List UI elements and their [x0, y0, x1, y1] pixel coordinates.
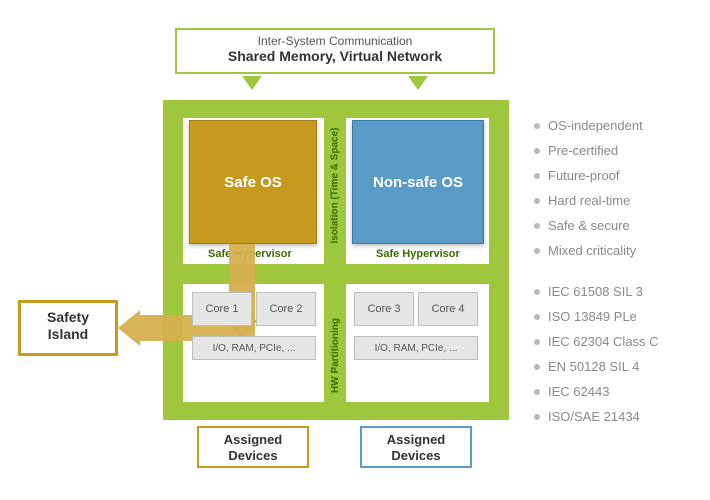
nonsafe-os-box: Non-safe OS — [352, 120, 484, 244]
feature-item: Future-proof — [534, 168, 704, 183]
banner-inter-system: Inter-System Communication Shared Memory… — [175, 28, 495, 74]
standard-item: ISO/SAE 21434 — [534, 409, 704, 424]
frame-bottom — [163, 402, 509, 420]
feature-list: OS-independent Pre-certified Future-proo… — [534, 118, 704, 434]
standard-item: IEC 61508 SIL 3 — [534, 284, 704, 299]
standard-item: IEC 62443 — [534, 384, 704, 399]
core-3: Core 3 — [354, 292, 414, 326]
frame-left — [163, 100, 183, 420]
feature-item: OS-independent — [534, 118, 704, 133]
feature-item: Safe & secure — [534, 218, 704, 233]
standard-item: ISO 13849 PLe — [534, 309, 704, 324]
core-4: Core 4 — [418, 292, 478, 326]
assigned-devices-left: Assigned Devices — [197, 426, 309, 468]
io-right: I/O, RAM, PCIe, ... — [354, 336, 478, 360]
banner-arrow-left-icon — [242, 76, 262, 90]
hypervisor-right-label: Safe Hypervisor — [376, 248, 460, 260]
feature-item: Pre-certified — [534, 143, 704, 158]
assigned-left-l1: Assigned — [199, 432, 307, 448]
diagram-stage: Inter-System Communication Shared Memory… — [0, 0, 710, 500]
feature-item: Mixed criticality — [534, 243, 704, 258]
assigned-right-l2: Devices — [362, 448, 470, 464]
nonsafe-os-label: Non-safe OS — [373, 174, 463, 191]
safety-island-box: Safety Island — [18, 300, 118, 356]
safe-os-label: Safe OS — [224, 174, 282, 191]
island-l1: Safety — [21, 309, 115, 326]
banner-title: Shared Memory, Virtual Network — [177, 48, 493, 64]
assigned-left-l2: Devices — [199, 448, 307, 464]
feature-item: Hard real-time — [534, 193, 704, 208]
banner-subtitle: Inter-System Communication — [177, 34, 493, 48]
core-2: Core 2 — [256, 292, 316, 326]
core-1: Core 1 — [192, 292, 252, 326]
banner-arrow-right-icon — [408, 76, 428, 90]
standard-item: IEC 62304 Class C — [534, 334, 704, 349]
island-l2: Island — [21, 326, 115, 343]
assigned-right-l1: Assigned — [362, 432, 470, 448]
io-left: I/O, RAM, PCIe, ... — [192, 336, 316, 360]
frame-mid — [163, 264, 509, 284]
arrow-left-head-icon — [118, 310, 140, 346]
assigned-devices-right: Assigned Devices — [360, 426, 472, 468]
safe-os-box: Safe OS — [189, 120, 317, 244]
frame-right — [489, 100, 509, 420]
standard-item: EN 50128 SIL 4 — [534, 359, 704, 374]
